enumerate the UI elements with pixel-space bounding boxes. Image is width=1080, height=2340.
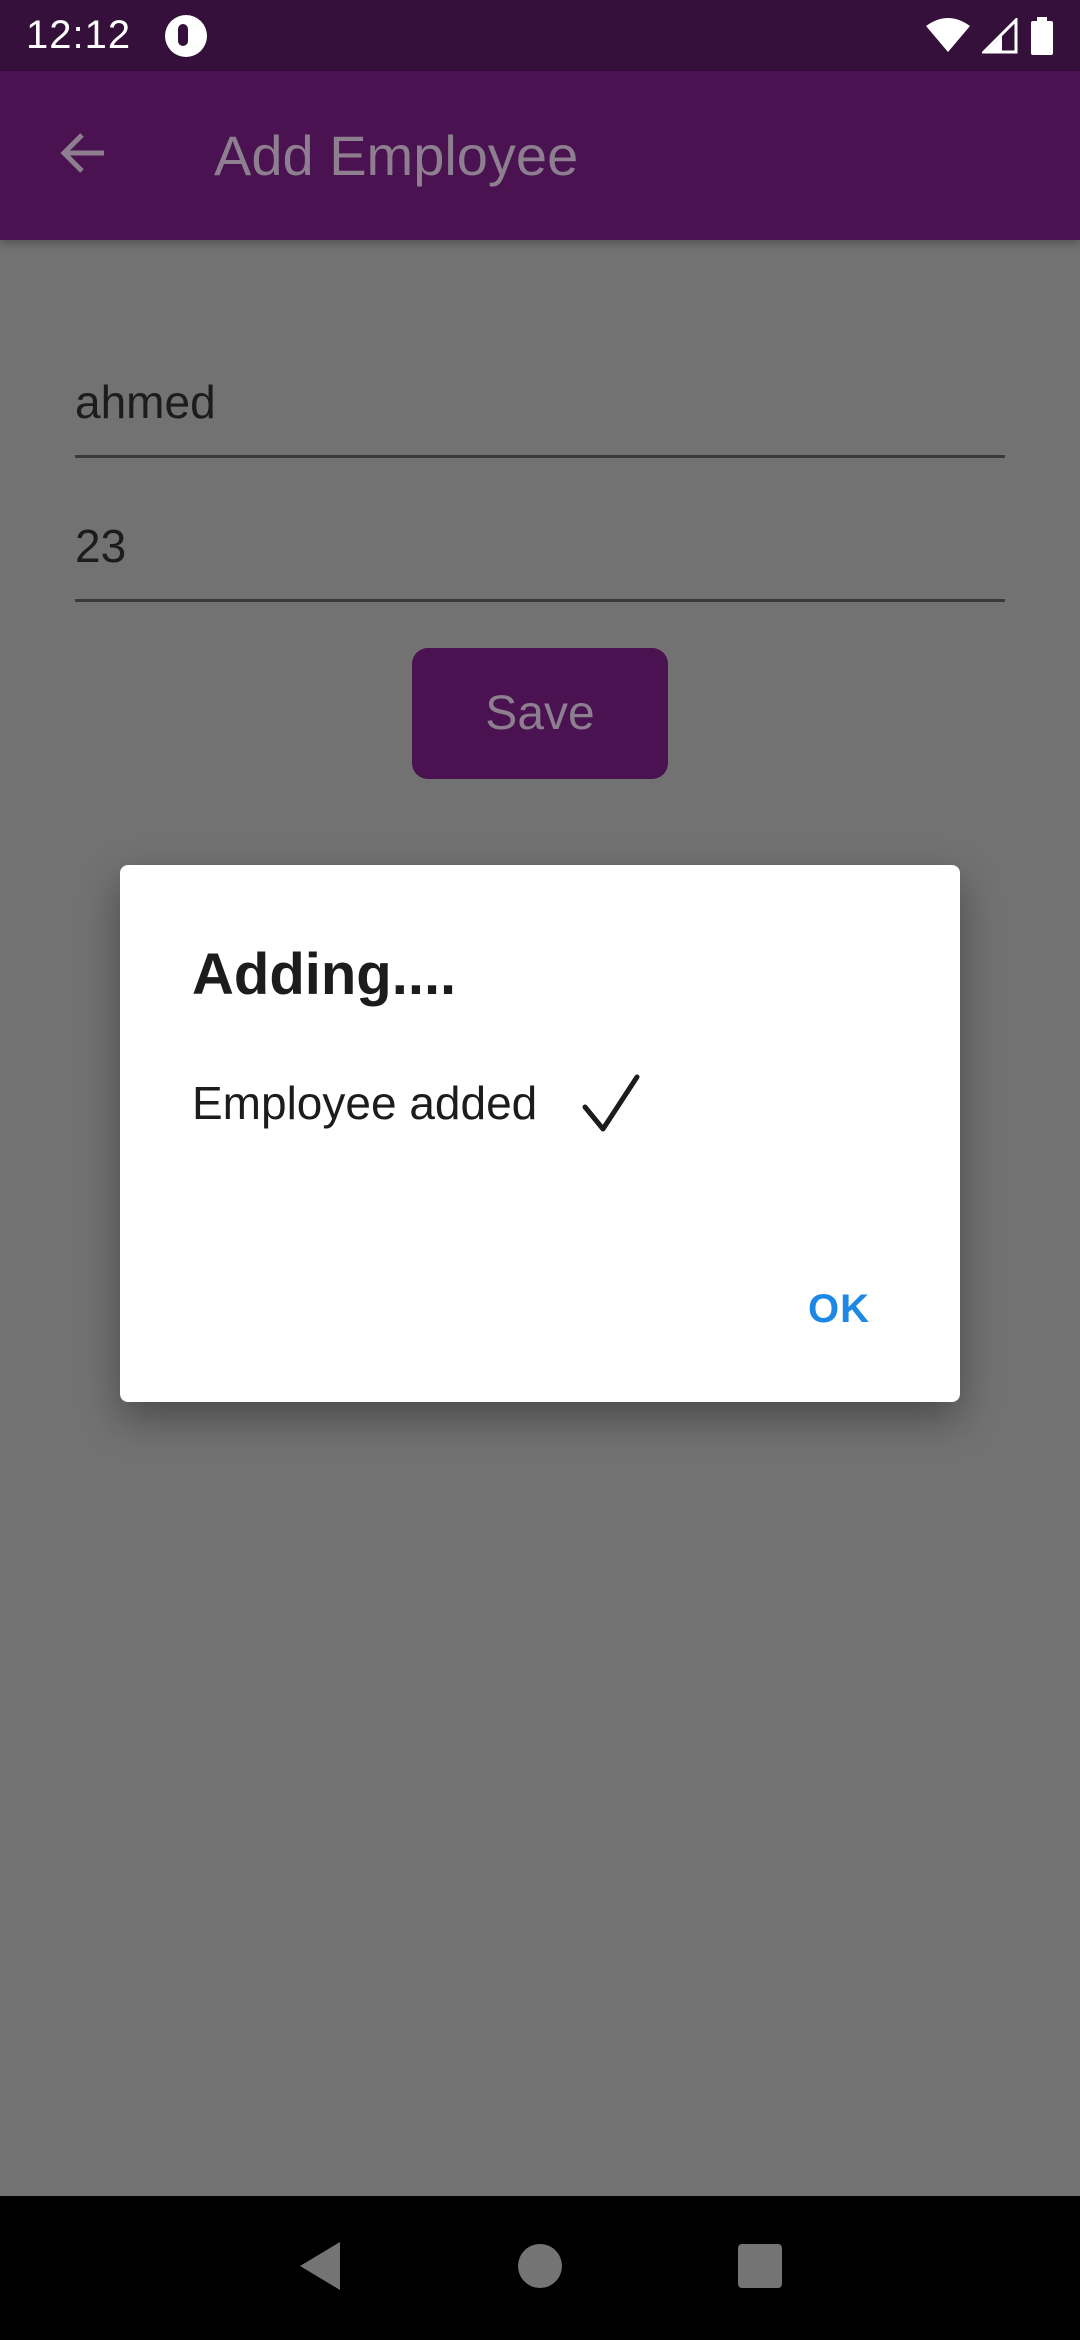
recents-square-icon: [737, 2243, 783, 2294]
status-bar: 12:12: [0, 0, 1080, 71]
back-triangle-icon: [296, 2240, 344, 2297]
signal-icon: [982, 17, 1018, 54]
status-time: 12:12: [26, 13, 132, 57]
save-button-label: Save: [485, 687, 595, 740]
app-bar: Add Employee: [0, 71, 1080, 240]
arrow-left-icon: [56, 125, 112, 186]
dialog-message: Employee added: [192, 1073, 641, 1133]
employee-name-field[interactable]: ahmed: [75, 358, 1005, 458]
status-icons: [926, 16, 1054, 55]
save-button[interactable]: Save: [412, 648, 668, 779]
employee-age-field[interactable]: 23: [75, 502, 1005, 602]
dialog-message-text: Employee added: [192, 1077, 538, 1129]
page-title: Add Employee: [214, 124, 579, 187]
home-circle-icon: [517, 2243, 563, 2294]
navigation-bar: [0, 2196, 1080, 2340]
app-notification-icon: [165, 14, 208, 57]
back-button[interactable]: [44, 116, 124, 196]
ok-button[interactable]: OK: [808, 1287, 870, 1332]
success-dialog: Adding.... Employee added OK: [120, 865, 960, 1402]
nav-home-button[interactable]: [510, 2238, 570, 2298]
nav-recents-button[interactable]: [730, 2238, 790, 2298]
battery-icon: [1030, 16, 1054, 55]
wifi-icon: [926, 17, 970, 54]
dialog-title: Adding....: [192, 942, 457, 1007]
nav-back-button[interactable]: [290, 2238, 350, 2298]
checkmark-icon: [581, 1073, 641, 1133]
employee-age-value: 23: [75, 520, 127, 572]
employee-name-value: ahmed: [75, 376, 216, 428]
